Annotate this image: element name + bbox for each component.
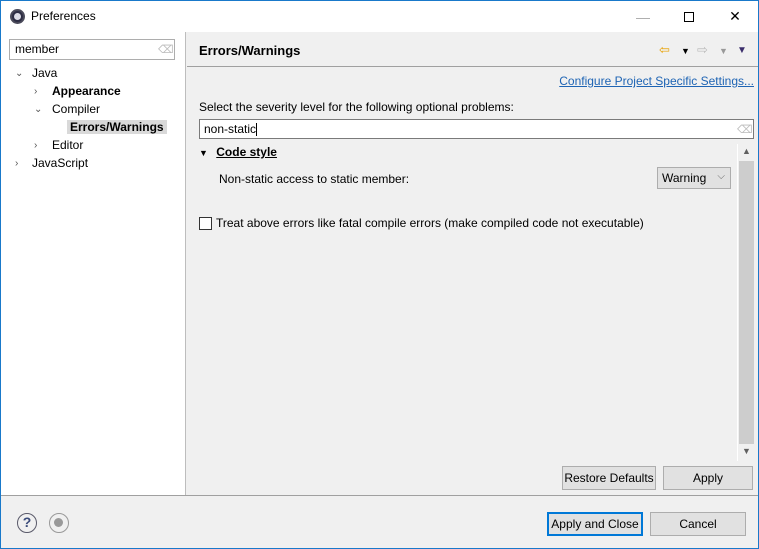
text-cursor <box>256 123 258 137</box>
dialog-footer: ? Apply and Close Cancel <box>1 495 758 548</box>
vertical-scrollbar[interactable]: ▲ ▼ <box>737 144 754 461</box>
window-title: Preferences <box>31 9 96 23</box>
minimize-button[interactable]: — <box>620 1 666 32</box>
treat-errors-fatal-label: Treat above errors like fatal compile er… <box>216 216 644 230</box>
preference-page: Errors/Warnings ⇦ ▼ ⇨ ▼ ▼ Configure Proj… <box>187 32 758 495</box>
scroll-up-icon[interactable]: ▲ <box>738 146 755 156</box>
severity-select[interactable]: Warning ⌵ <box>657 167 731 189</box>
scrollbar-thumb[interactable] <box>739 161 754 444</box>
forward-menu-icon[interactable]: ▼ <box>719 46 728 56</box>
filter-text: member <box>15 42 60 56</box>
chevron-down-icon[interactable]: ⌄ <box>15 65 25 82</box>
page-header: Errors/Warnings ⇦ ▼ ⇨ ▼ ▼ <box>187 32 758 67</box>
scroll-down-icon[interactable]: ▼ <box>738 446 755 456</box>
preference-tree-panel: member ⌫ ⌄ Java › Appearance ⌄ Compiler … <box>1 32 186 495</box>
severity-label: Select the severity level for the follow… <box>199 100 514 114</box>
chevron-right-icon[interactable]: › <box>34 83 44 100</box>
chevron-right-icon[interactable]: › <box>15 155 25 172</box>
preferences-window: Preferences — ✕ member ⌫ ⌄ Java › Appear… <box>0 0 759 549</box>
maximize-button[interactable] <box>666 1 712 32</box>
chevron-right-icon[interactable]: › <box>34 137 44 154</box>
forward-arrow-icon[interactable]: ⇨ <box>697 42 708 58</box>
restore-defaults-button[interactable]: Restore Defaults <box>562 466 656 490</box>
back-arrow-icon[interactable]: ⇦ <box>659 42 670 58</box>
help-icon[interactable]: ? <box>17 513 37 533</box>
treat-errors-fatal-checkbox[interactable] <box>199 216 212 230</box>
close-button[interactable]: ✕ <box>712 1 758 32</box>
clear-filter-icon[interactable]: ⌫ <box>158 43 174 56</box>
maximize-icon <box>684 11 694 22</box>
non-static-access-label: Non-static access to static member: <box>219 172 410 186</box>
eclipse-icon <box>10 9 25 24</box>
back-menu-icon[interactable]: ▼ <box>681 46 690 56</box>
code-style-section-toggle[interactable]: ▼ Code style <box>199 145 277 159</box>
filter-input[interactable]: member ⌫ <box>9 39 175 60</box>
tree-item-javascript[interactable]: › JavaScript <box>15 155 88 172</box>
tree-item-compiler[interactable]: ⌄ Compiler <box>34 101 100 118</box>
apply-and-close-button[interactable]: Apply and Close <box>547 512 643 536</box>
view-menu-icon[interactable]: ▼ <box>737 45 747 56</box>
tree-item-errors-warnings[interactable]: Errors/Warnings <box>67 119 167 136</box>
configure-project-settings-link[interactable]: Configure Project Specific Settings... <box>559 74 754 88</box>
record-icon[interactable] <box>49 513 69 533</box>
clear-filter-icon[interactable]: ⌫ <box>737 123 753 136</box>
apply-button[interactable]: Apply <box>663 466 753 490</box>
treat-errors-fatal-row[interactable]: Treat above errors like fatal compile er… <box>199 216 644 230</box>
triangle-down-icon: ▼ <box>199 148 208 158</box>
title-bar: Preferences — ✕ <box>1 1 758 32</box>
cancel-button[interactable]: Cancel <box>650 512 746 536</box>
chevron-down-icon[interactable]: ⌄ <box>34 101 44 118</box>
tree-item-editor[interactable]: › Editor <box>34 137 83 154</box>
chevron-down-icon: ⌵ <box>717 171 725 182</box>
tree-item-java[interactable]: ⌄ Java <box>15 65 57 82</box>
tree-item-appearance[interactable]: › Appearance <box>34 83 121 100</box>
page-title: Errors/Warnings <box>199 43 301 58</box>
problem-filter-input[interactable]: non-static ⌫ <box>199 119 754 139</box>
